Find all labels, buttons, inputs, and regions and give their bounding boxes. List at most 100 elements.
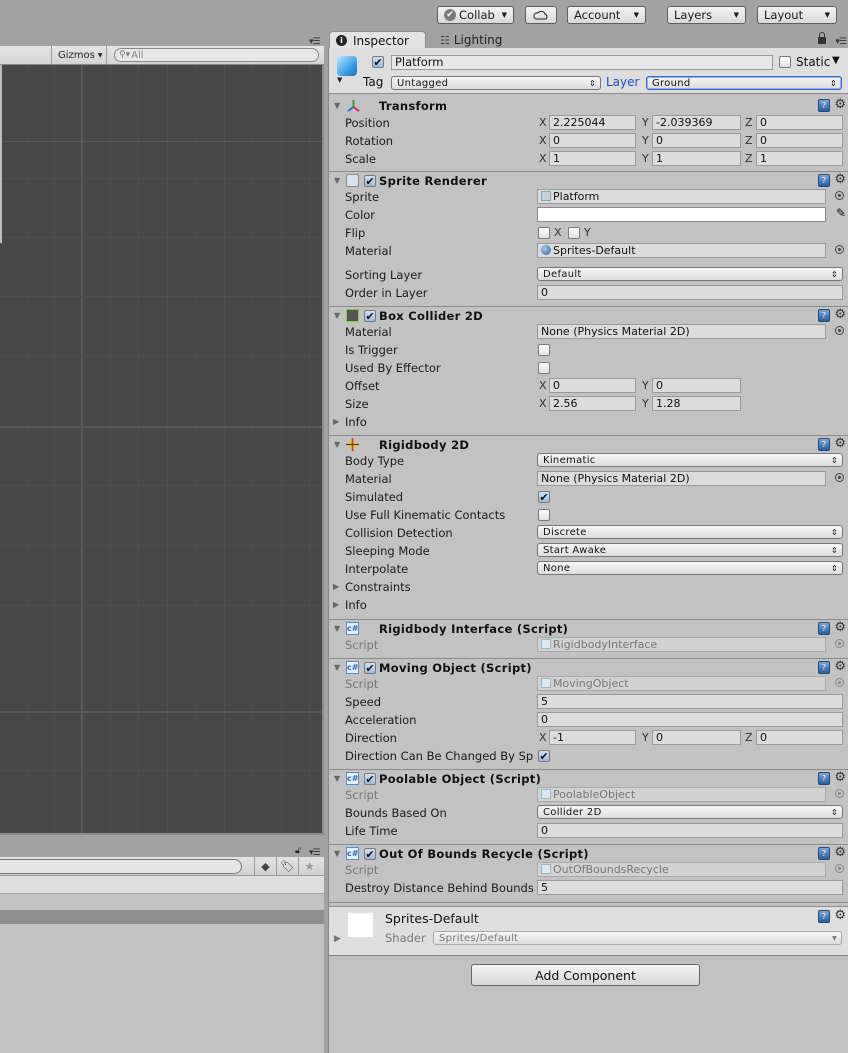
- layout-button[interactable]: Layout ▼: [757, 6, 837, 24]
- sleeping-mode-dropdown[interactable]: Start Awake ⇕: [537, 543, 843, 557]
- full-kinematic-checkbox[interactable]: [538, 509, 550, 521]
- favorites-star-icon[interactable]: ★: [298, 857, 320, 876]
- tag-dropdown[interactable]: Untagged ⇕: [391, 76, 601, 90]
- speed-field[interactable]: 5: [537, 694, 843, 709]
- component-enabled-checkbox[interactable]: ✔: [364, 175, 376, 187]
- foldout-open-icon[interactable]: ▼: [334, 176, 340, 185]
- scene-viewport[interactable]: [0, 65, 324, 835]
- flip-y-checkbox[interactable]: [568, 227, 580, 239]
- foldout-open-icon[interactable]: ▼: [334, 311, 340, 320]
- flip-x-checkbox[interactable]: [538, 227, 550, 239]
- used-by-effector-checkbox[interactable]: [538, 362, 550, 374]
- rotation-y-field[interactable]: 0: [652, 133, 741, 148]
- direction-z-field[interactable]: 0: [756, 730, 843, 745]
- scene-search-input[interactable]: ⚲▾ All: [114, 48, 319, 62]
- object-picker-icon[interactable]: [835, 473, 844, 482]
- foldout-open-icon[interactable]: ▼: [334, 101, 340, 110]
- project-row-selected[interactable]: [0, 910, 324, 924]
- project-row[interactable]: [0, 876, 324, 894]
- acceleration-field[interactable]: 0: [537, 712, 843, 727]
- position-z-field[interactable]: 0: [756, 115, 843, 130]
- bounds-based-on-dropdown[interactable]: Collider 2D ⇕: [537, 805, 843, 819]
- gameobject-name-field[interactable]: Platform: [391, 55, 773, 70]
- help-book-icon[interactable]: ?: [818, 438, 830, 451]
- filter-by-type-icon[interactable]: ◆: [254, 857, 276, 876]
- help-book-icon[interactable]: ?: [818, 174, 830, 187]
- scale-y-field[interactable]: 1: [652, 151, 741, 166]
- rotation-z-field[interactable]: 0: [756, 133, 843, 148]
- physics-material-field[interactable]: None (Physics Material 2D): [537, 471, 826, 486]
- foldout-closed-icon[interactable]: ▶: [334, 934, 341, 944]
- foldout-open-icon[interactable]: ▼: [334, 440, 340, 449]
- help-book-icon[interactable]: ?: [818, 99, 830, 112]
- collab-button[interactable]: ✔ Collab ▼: [437, 6, 514, 24]
- size-x-field[interactable]: 2.56: [549, 396, 636, 411]
- rotation-x-field[interactable]: 0: [549, 133, 636, 148]
- info-foldout[interactable]: ▶ Info: [329, 596, 848, 614]
- physics-material-field[interactable]: None (Physics Material 2D): [537, 324, 826, 339]
- gameobject-cube-icon[interactable]: [337, 56, 357, 76]
- foldout-open-icon[interactable]: ▼: [334, 663, 340, 672]
- gizmos-dropdown[interactable]: Gizmos ▼: [51, 46, 107, 64]
- gear-icon[interactable]: ⚙: [834, 172, 846, 187]
- project-search-input[interactable]: [0, 859, 242, 874]
- gear-icon[interactable]: ⚙: [834, 97, 846, 112]
- layer-dropdown[interactable]: Ground ⇕: [646, 76, 842, 90]
- lock-icon[interactable]: 🔓︎: [295, 846, 301, 856]
- color-swatch-field[interactable]: [537, 207, 826, 222]
- help-book-icon[interactable]: ?: [818, 309, 830, 322]
- project-row[interactable]: [0, 894, 324, 910]
- body-type-dropdown[interactable]: Kinematic ⇕: [537, 453, 843, 467]
- eyedropper-icon[interactable]: ✎: [836, 206, 846, 220]
- account-button[interactable]: Account ▼: [567, 6, 646, 24]
- direction-x-field[interactable]: -1: [549, 730, 636, 745]
- collision-detection-dropdown[interactable]: Discrete ⇕: [537, 525, 843, 539]
- help-book-icon[interactable]: ?: [818, 661, 830, 674]
- layers-button[interactable]: Layers ▼: [667, 6, 746, 24]
- material-object-field[interactable]: Sprites-Default: [537, 243, 826, 258]
- component-enabled-checkbox[interactable]: ✔: [364, 848, 376, 860]
- help-book-icon[interactable]: ?: [818, 910, 830, 923]
- simulated-checkbox[interactable]: ✔: [538, 491, 550, 503]
- help-book-icon[interactable]: ?: [818, 772, 830, 785]
- direction-y-field[interactable]: 0: [652, 730, 741, 745]
- gear-icon[interactable]: ⚙: [834, 307, 846, 322]
- object-picker-icon[interactable]: [835, 191, 844, 200]
- gear-icon[interactable]: ⚙: [834, 845, 846, 860]
- component-enabled-checkbox[interactable]: ✔: [364, 662, 376, 674]
- scale-z-field[interactable]: 1: [756, 151, 843, 166]
- destroy-distance-field[interactable]: 5: [537, 880, 843, 895]
- gear-icon[interactable]: ⚙: [834, 659, 846, 674]
- direction-change-checkbox[interactable]: ✔: [538, 750, 550, 762]
- foldout-open-icon[interactable]: ▼: [334, 774, 340, 783]
- object-picker-icon[interactable]: [835, 245, 844, 254]
- component-header[interactable]: ▼ Transform ? ⚙: [329, 97, 848, 115]
- gear-icon[interactable]: ⚙: [834, 908, 846, 923]
- component-enabled-checkbox[interactable]: ✔: [364, 310, 376, 322]
- interpolate-dropdown[interactable]: None ⇕: [537, 561, 843, 575]
- static-checkbox[interactable]: [779, 56, 791, 68]
- offset-x-field[interactable]: 0: [549, 378, 636, 393]
- help-book-icon[interactable]: ?: [818, 847, 830, 860]
- cloud-button[interactable]: [525, 6, 557, 24]
- component-enabled-checkbox[interactable]: ✔: [364, 773, 376, 785]
- order-in-layer-field[interactable]: 0: [537, 285, 843, 300]
- lock-icon[interactable]: [818, 32, 826, 44]
- gear-icon[interactable]: ⚙: [834, 436, 846, 451]
- life-time-field[interactable]: 0: [537, 823, 843, 838]
- filter-by-label-icon[interactable]: 🏷︎: [276, 857, 298, 876]
- gear-icon[interactable]: ⚙: [834, 620, 846, 635]
- constraints-foldout[interactable]: ▶ Constraints: [329, 578, 848, 596]
- add-component-button[interactable]: Add Component: [471, 964, 700, 986]
- static-dropdown-icon[interactable]: ▼: [832, 55, 840, 66]
- offset-y-field[interactable]: 0: [652, 378, 741, 393]
- panel-menu-icon[interactable]: ▾☰: [835, 37, 847, 47]
- sprite-object-field[interactable]: Platform: [537, 189, 826, 204]
- tab-inspector[interactable]: i Inspector: [329, 31, 426, 49]
- position-y-field[interactable]: -2.039369: [652, 115, 741, 130]
- gameobject-active-checkbox[interactable]: ✔: [372, 56, 384, 68]
- size-y-field[interactable]: 1.28: [652, 396, 741, 411]
- scale-x-field[interactable]: 1: [549, 151, 636, 166]
- foldout-open-icon[interactable]: ▼: [334, 624, 340, 633]
- foldout-open-icon[interactable]: ▼: [334, 849, 340, 858]
